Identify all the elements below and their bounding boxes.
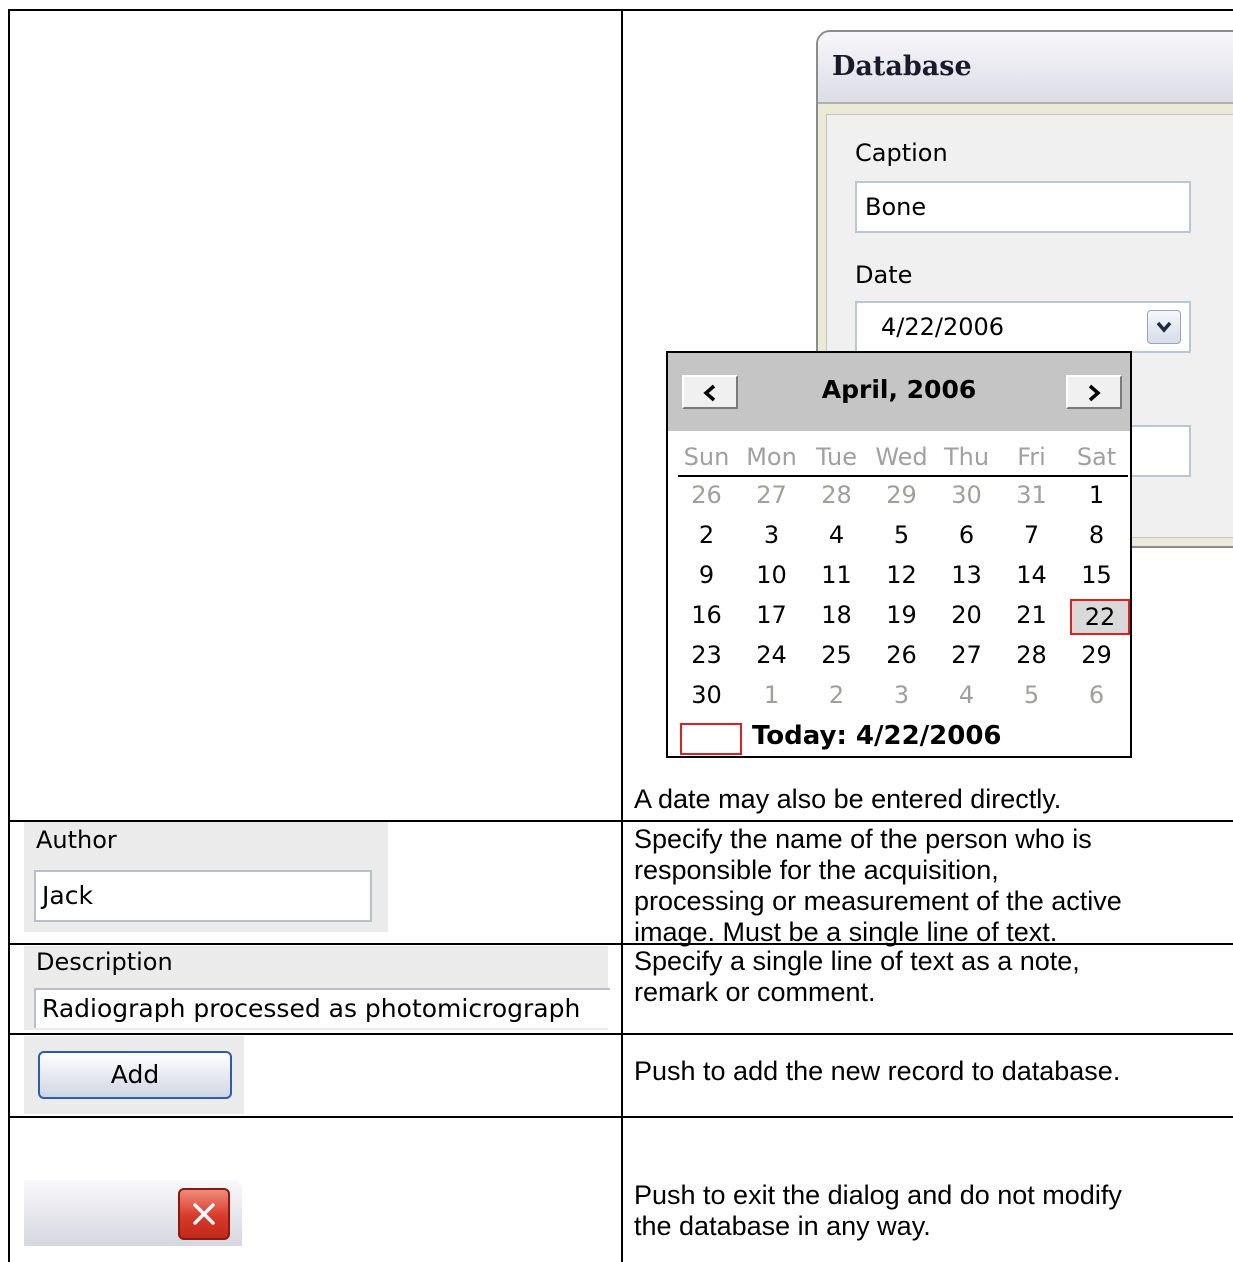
calendar-day[interactable]: 5 (869, 519, 934, 551)
weekday-label: Fri (1017, 443, 1046, 471)
row2-line: Specify the name of the person who is (634, 824, 1092, 854)
close-icon (193, 1203, 215, 1225)
calendar-day[interactable]: 6 (934, 519, 999, 551)
weekday-label: Thu (943, 443, 990, 471)
date-label: Date (855, 261, 913, 289)
row3-line: Specify a single line of text as a note, (634, 946, 1080, 976)
calendar-day[interactable]: 4 (804, 519, 869, 551)
calendar-day[interactable]: 29 (869, 479, 934, 511)
caption-label: Caption (855, 139, 948, 167)
date-dropdown-button[interactable] (1147, 310, 1181, 344)
calendar-day[interactable]: 23 (674, 639, 739, 671)
calendar-day[interactable]: 1 (1064, 479, 1129, 511)
calendar-day[interactable]: 5 (999, 679, 1064, 711)
calendar-day[interactable]: 13 (934, 559, 999, 591)
row5-line: Push to exit the dialog and do not modif… (634, 1180, 1122, 1210)
weekday-label: Mon (746, 443, 797, 471)
weekday-label: Sat (1076, 443, 1117, 471)
calendar-day[interactable]: 28 (999, 639, 1064, 671)
calendar-day[interactable]: 28 (804, 479, 869, 511)
row2-line: responsible for the acquisition, (634, 855, 999, 885)
date-value: 4/22/2006 (881, 313, 1005, 341)
author-label: Author (36, 826, 117, 854)
calendar-day[interactable]: 7 (999, 519, 1064, 551)
calendar-day[interactable]: 26 (869, 639, 934, 671)
calendar-day-selected[interactable]: 22 (1070, 599, 1130, 635)
calendar-day[interactable]: 4 (934, 679, 999, 711)
weekday-label: Sun (683, 443, 730, 471)
calendar-day[interactable]: 18 (804, 599, 869, 631)
calendar-day[interactable]: 10 (739, 559, 804, 591)
calendar-day[interactable]: 3 (869, 679, 934, 711)
dialog-title: Database (818, 32, 1233, 104)
weekday-label: Wed (875, 443, 928, 471)
calendar-day[interactable]: 16 (674, 599, 739, 631)
row2-line: processing or measurement of the active (634, 886, 1122, 916)
close-button[interactable] (178, 1188, 230, 1240)
chevron-down-icon (1156, 321, 1172, 333)
calendar-day[interactable]: 26 (674, 479, 739, 511)
row5-line: the database in any way. (634, 1211, 931, 1241)
calendar-day[interactable]: 27 (934, 639, 999, 671)
calendar-day[interactable]: 27 (739, 479, 804, 511)
calendar-header: April, 2006 (668, 353, 1130, 431)
add-button[interactable]: Add (38, 1051, 232, 1099)
calendar-day[interactable]: 29 (1064, 639, 1129, 671)
calendar-day[interactable]: 30 (674, 679, 739, 711)
calendar-day[interactable]: 11 (804, 559, 869, 591)
calendar-day[interactable]: 21 (999, 599, 1064, 631)
column-divider (621, 9, 623, 1262)
row3-line: remark or comment. (634, 977, 876, 1007)
row1-description: A date may also be entered directly. (634, 784, 1062, 814)
row2-line: image. Must be a single line of text. (634, 917, 1058, 947)
date-picker[interactable]: 4/22/2006 (855, 301, 1191, 353)
calendar-day[interactable]: 30 (934, 479, 999, 511)
today-link[interactable]: Today: 4/22/2006 (752, 721, 1002, 751)
calendar-day[interactable]: 1 (739, 679, 804, 711)
description-label: Description (36, 948, 173, 976)
table-border-left (8, 9, 10, 1262)
chevron-right-icon (1088, 384, 1101, 402)
next-month-button[interactable] (1066, 375, 1122, 409)
weekday-label: Tue (816, 443, 857, 471)
calendar-day[interactable]: 8 (1064, 519, 1129, 551)
calendar-day[interactable]: 24 (739, 639, 804, 671)
calendar-day[interactable]: 2 (804, 679, 869, 711)
calendar-day[interactable]: 2 (674, 519, 739, 551)
author-input[interactable]: Jack (34, 870, 372, 922)
calendar-month-title: April, 2006 (821, 375, 977, 404)
calendar-day[interactable]: 9 (674, 559, 739, 591)
calendar-day[interactable]: 19 (869, 599, 934, 631)
row4-description: Push to add the new record to database. (634, 1056, 1121, 1086)
calendar-day[interactable]: 3 (739, 519, 804, 551)
row3-description: Specify a single line of text as a note,… (634, 946, 1080, 1008)
today-marker (680, 723, 742, 755)
calendar-day[interactable]: 14 (999, 559, 1064, 591)
weekday-header: Sun Mon Tue Wed Thu Fri Sat (678, 441, 1128, 477)
calendar-popup: April, 2006 Sun Mon Tue Wed Thu Fri Sat … (666, 351, 1132, 758)
calendar-day[interactable]: 12 (869, 559, 934, 591)
calendar-day[interactable]: 17 (739, 599, 804, 631)
calendar-day[interactable]: 20 (934, 599, 999, 631)
row2-description: Specify the name of the person who is re… (634, 824, 1122, 948)
caption-input[interactable]: Bone (855, 181, 1191, 233)
calendar-day[interactable]: 25 (804, 639, 869, 671)
calendar-day[interactable]: 6 (1064, 679, 1129, 711)
calendar-day[interactable]: 15 (1064, 559, 1129, 591)
row5-description: Push to exit the dialog and do not modif… (634, 1180, 1122, 1242)
calendar-day[interactable]: 31 (999, 479, 1064, 511)
